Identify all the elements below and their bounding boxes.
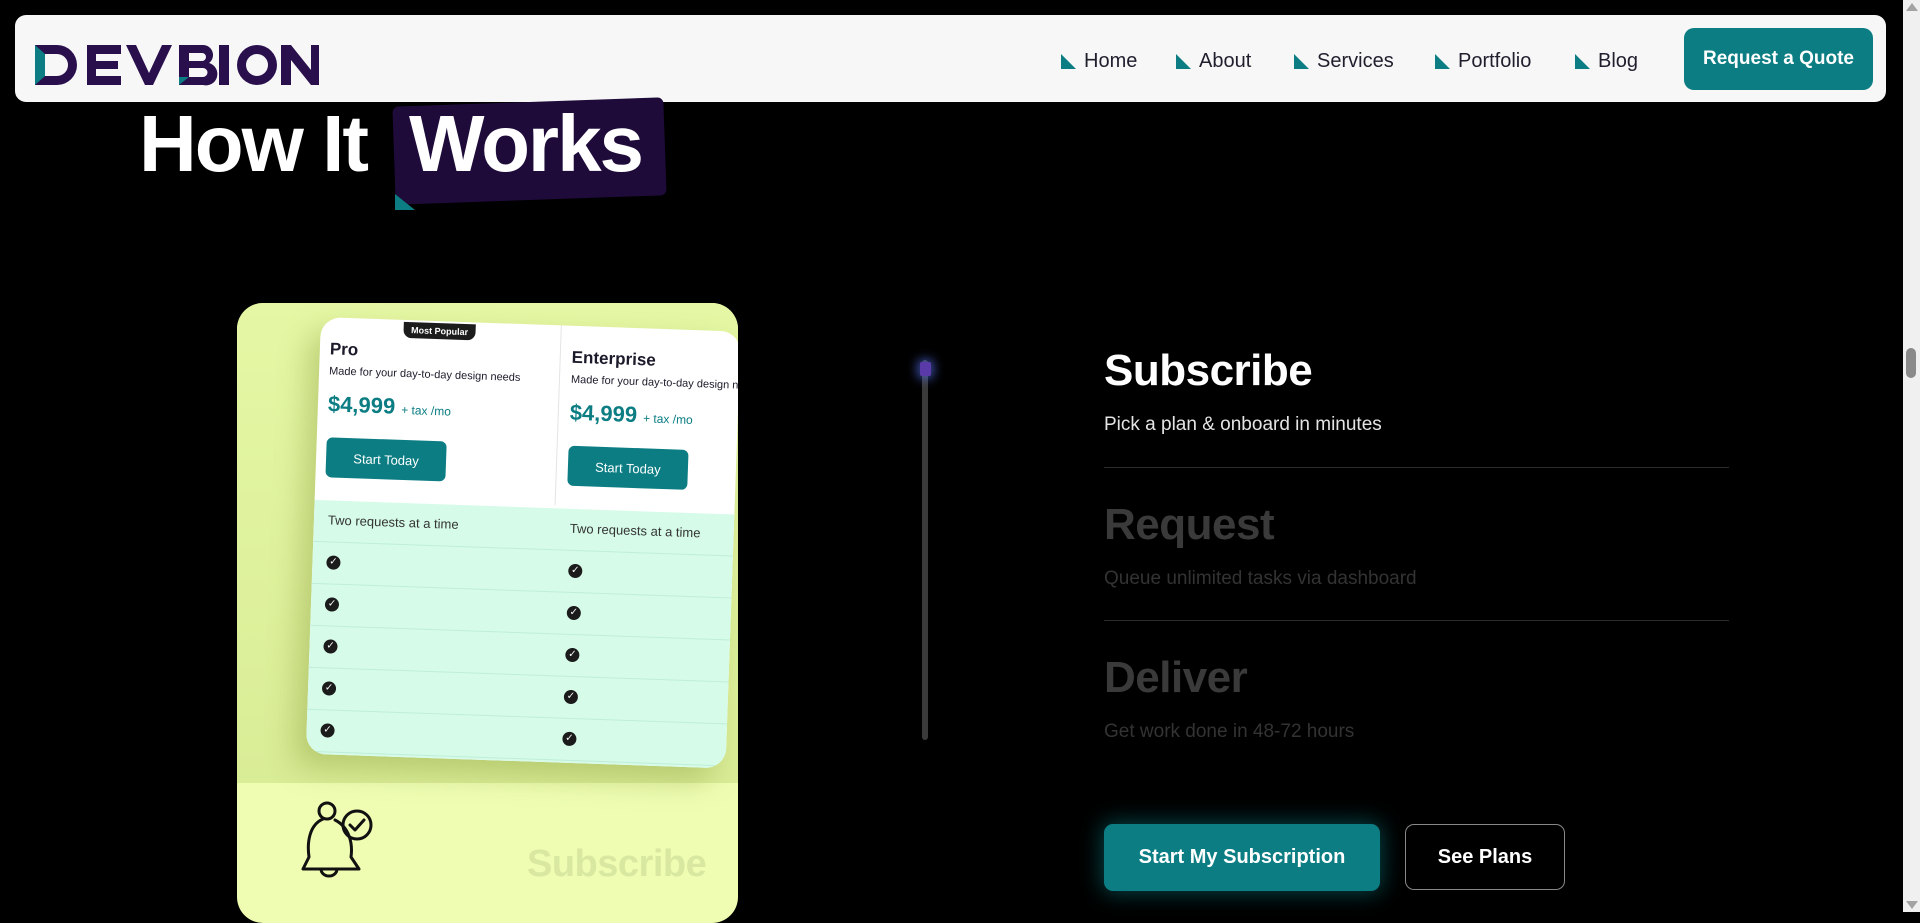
check-icon: ✓ [565, 647, 580, 663]
steps-progress-indicator [920, 362, 931, 376]
check-icon: ✓ [324, 597, 340, 612]
step-description: Get work done in 48-72 hours [1104, 721, 1355, 742]
nav-portfolio[interactable]: Portfolio [1435, 47, 1531, 75]
page-scrollbar[interactable] [1903, 0, 1920, 912]
plan-name: Enterprise [571, 347, 657, 370]
step-title: Subscribe [1104, 346, 1313, 395]
step-description: Queue unlimited tasks via dashboard [1104, 568, 1417, 589]
step-request[interactable]: Request Queue unlimited tasks via dashbo… [1104, 500, 1729, 590]
plan-price-value: $4,999 [569, 399, 638, 428]
check-icon: ✓ [562, 731, 577, 747]
nav-blog-label: Blog [1598, 49, 1639, 72]
see-plans-button[interactable]: See Plans [1405, 824, 1565, 890]
brand-logo[interactable] [29, 37, 319, 93]
check-icon: ✓ [320, 723, 335, 738]
plan-price-note: + tax /mo [642, 411, 693, 428]
check-icon: ✓ [563, 689, 579, 705]
start-today-button[interactable]: Start Today [567, 445, 689, 490]
plan-price: $4,999 + tax /mo [569, 400, 738, 434]
plan-price-value: $4,999 [327, 391, 396, 419]
navbar: Home About Services Portfolio Blog Reque… [15, 15, 1886, 102]
card-caption: Subscribe [527, 843, 707, 885]
step-description: Pick a plan & onboard in minutes [1104, 414, 1382, 435]
scrollbar-thumb[interactable] [1906, 348, 1916, 378]
triangle-flag-icon [1294, 53, 1309, 69]
feature-text: Two requests at a time [327, 512, 459, 532]
start-subscription-button[interactable]: Start My Subscription [1104, 824, 1380, 891]
plan-pro: Pro Made for your day-to-day design need… [325, 339, 570, 485]
plan-description: Made for your day-to-day design needs [328, 365, 521, 384]
plan-description: Made for your day-to-day design needs [570, 373, 738, 393]
most-popular-badge: Most Popular [403, 321, 476, 341]
step-title: Deliver [1104, 653, 1248, 702]
step-illustration-card: Most Popular Pro Made for your day-to-da… [237, 303, 738, 923]
step-divider [1104, 620, 1729, 621]
step-title: Request [1104, 500, 1275, 549]
check-icon: ✓ [326, 555, 341, 570]
step-divider [1104, 467, 1729, 468]
triangle-flag-icon [1435, 53, 1450, 69]
scroll-up-arrow-icon[interactable] [1906, 3, 1918, 11]
plan-enterprise: Enterprise Made for your day-to-day desi… [567, 348, 738, 494]
nav-services[interactable]: Services [1294, 47, 1394, 75]
step-subscribe[interactable]: Subscribe Pick a plan & onboard in minut… [1104, 346, 1729, 436]
nav-portfolio-label: Portfolio [1458, 49, 1532, 72]
check-icon: ✓ [321, 681, 337, 696]
steps-progress-track [922, 360, 928, 740]
nav-about[interactable]: About [1176, 47, 1251, 75]
feature-text: Two requests at a time [569, 520, 701, 541]
check-icon: ✓ [568, 563, 583, 579]
nav-home[interactable]: Home [1061, 47, 1137, 75]
check-icon: ✓ [323, 639, 338, 654]
nav-about-label: About [1199, 49, 1252, 72]
plan-price-note: + tax /mo [400, 402, 452, 419]
features-table: Two requests at a time Two requests at a… [305, 499, 735, 769]
nav-home-label: Home [1084, 49, 1138, 72]
pricing-table-preview: Most Popular Pro Made for your day-to-da… [305, 317, 738, 769]
bell-check-icon [301, 801, 373, 878]
heading-part1: How It [139, 99, 369, 188]
nav-blog[interactable]: Blog [1575, 47, 1638, 75]
plan-name: Pro [329, 339, 359, 360]
triangle-flag-icon [1575, 53, 1590, 69]
triangle-flag-icon [1061, 53, 1076, 69]
request-quote-button[interactable]: Request a Quote [1684, 28, 1873, 90]
step-deliver[interactable]: Deliver Get work done in 48-72 hours [1104, 653, 1729, 743]
triangle-flag-icon [1176, 53, 1191, 69]
scroll-down-arrow-icon[interactable] [1906, 901, 1918, 909]
heading-part2: Works [409, 99, 644, 188]
nav-services-label: Services [1317, 49, 1394, 72]
plan-price: $4,999 + tax /mo [328, 391, 569, 425]
start-today-button[interactable]: Start Today [325, 437, 447, 482]
highlight-corner-accent [395, 194, 415, 210]
check-icon: ✓ [566, 605, 582, 621]
